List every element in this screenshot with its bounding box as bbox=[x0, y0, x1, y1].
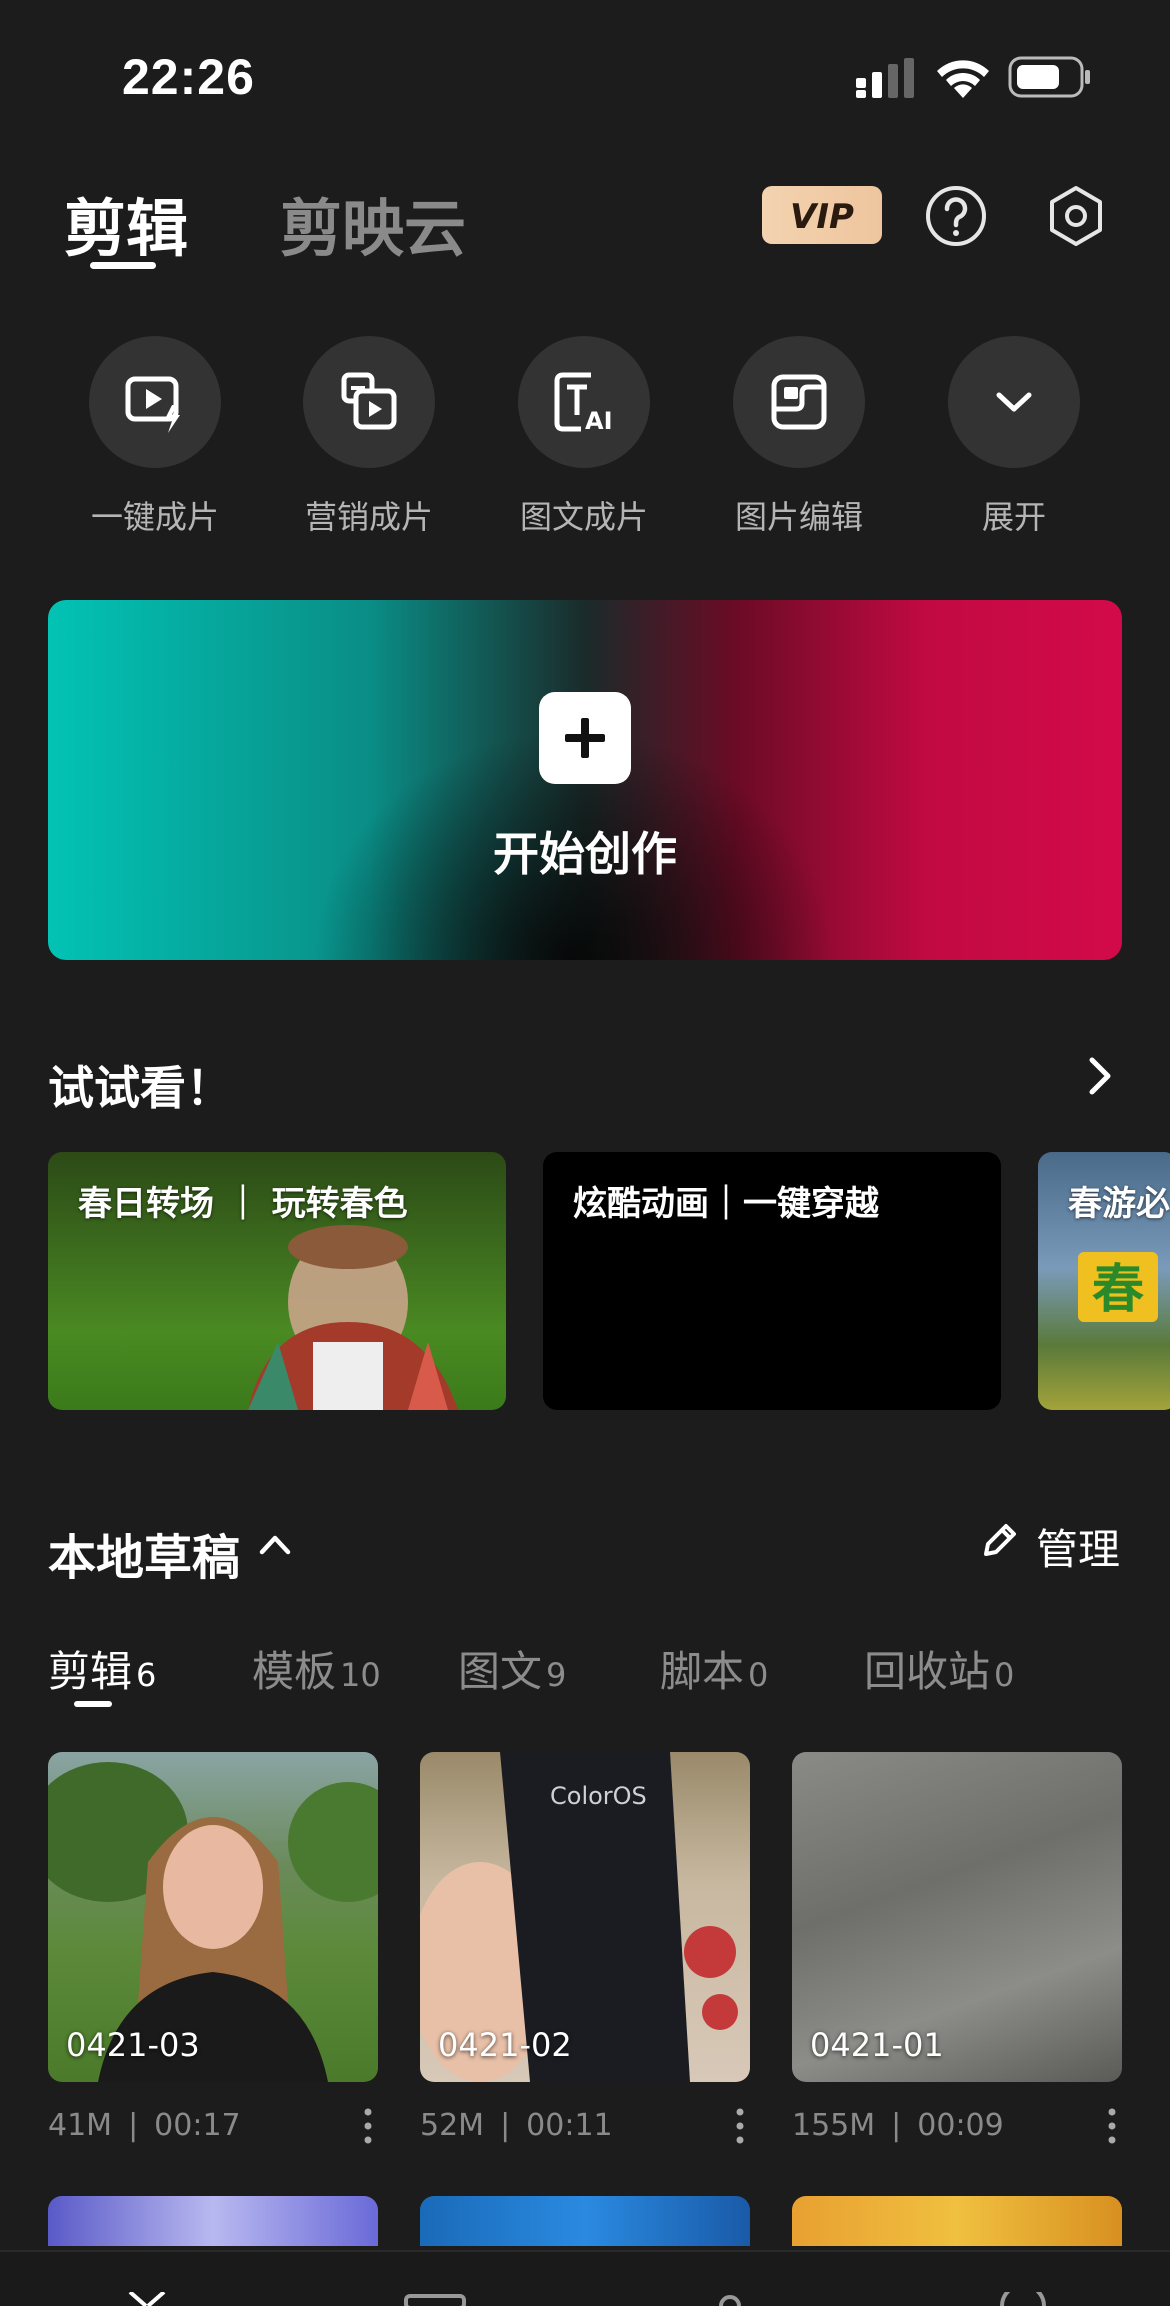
battery-icon bbox=[1008, 56, 1090, 98]
drafts-tab-label: 模板 bbox=[252, 1647, 337, 1696]
chevron-right-icon[interactable] bbox=[1084, 1054, 1116, 1098]
draft-name: 0421-03 bbox=[66, 2026, 200, 2064]
drafts-tab-image-text[interactable]: 图文 9 bbox=[458, 1638, 566, 1699]
draft-item[interactable] bbox=[420, 2196, 750, 2246]
draft-duration: 00:11 bbox=[526, 2108, 613, 2143]
drafts-tab-label: 图文 bbox=[458, 1647, 543, 1696]
video-magic-icon bbox=[125, 376, 180, 433]
more-options-icon[interactable] bbox=[362, 2106, 374, 2146]
drafts-tab-count: 0 bbox=[748, 1656, 769, 1694]
text-ai-icon: AI bbox=[554, 372, 613, 435]
plus-icon bbox=[539, 692, 631, 784]
vip-logo-icon: VIP bbox=[790, 197, 854, 237]
drafts-tab-label: 回收站 bbox=[864, 1647, 991, 1696]
draft-item[interactable]: 0421-01 bbox=[792, 1752, 1122, 2082]
template-card[interactable]: 春日转场 ｜ 玩转春色 bbox=[48, 1152, 506, 1410]
drafts-tab-count: 6 bbox=[136, 1656, 157, 1694]
chevron-up-icon[interactable] bbox=[258, 1532, 292, 1556]
drafts-tab-script[interactable]: 脚本 0 bbox=[660, 1638, 768, 1699]
tab-cloud[interactable]: 剪映云 bbox=[280, 178, 466, 268]
quick-action-text-to-video[interactable]: AI 图文成片 bbox=[509, 336, 659, 538]
draft-meta: 52M | 00:11 bbox=[420, 2108, 613, 2143]
vip-button[interactable]: VIP bbox=[762, 186, 882, 244]
draft-duration: 00:09 bbox=[917, 2108, 1004, 2143]
quick-action-one-click-video[interactable]: 一键成片 bbox=[80, 336, 230, 538]
drafts-tab-count: 10 bbox=[340, 1656, 381, 1694]
drafts-tab-count: 9 bbox=[546, 1656, 567, 1694]
more-options-icon[interactable] bbox=[734, 2106, 746, 2146]
start-creating-button[interactable]: 开始创作 bbox=[48, 600, 1122, 960]
help-icon[interactable] bbox=[924, 184, 988, 248]
template-card-title: 炫酷动画｜一键穿越 bbox=[573, 1184, 879, 1224]
quick-action-expand[interactable]: 展开 bbox=[939, 336, 1089, 538]
quick-action-label: 营销成片 bbox=[304, 498, 433, 536]
manage-button[interactable]: 管理 bbox=[1036, 1516, 1120, 1577]
template-card-title: 春日转场 ｜ 玩转春色 bbox=[78, 1184, 408, 1224]
svg-text:ColorOS: ColorOS bbox=[550, 1782, 647, 1810]
draft-item[interactable] bbox=[48, 2196, 378, 2246]
meta-divider: | bbox=[500, 2108, 511, 2143]
quick-action-label: 展开 bbox=[981, 498, 1046, 536]
image-edit-icon bbox=[771, 374, 827, 430]
nav-inspiration-icon[interactable] bbox=[712, 2294, 748, 2306]
more-options-icon[interactable] bbox=[1106, 2106, 1118, 2146]
start-creating-label: 开始创作 bbox=[493, 827, 677, 881]
quick-action-label: 图文成片 bbox=[519, 498, 648, 536]
draft-name: 0421-02 bbox=[438, 2026, 572, 2064]
svg-text:VIP: VIP bbox=[790, 197, 854, 237]
quick-action-label: 一键成片 bbox=[90, 498, 219, 536]
draft-meta: 41M | 00:17 bbox=[48, 2108, 241, 2143]
svg-text:AI: AI bbox=[585, 407, 613, 435]
quick-action-marketing-video[interactable]: 营销成片 bbox=[294, 336, 444, 538]
draft-item[interactable] bbox=[792, 2196, 1122, 2246]
meta-divider: | bbox=[128, 2108, 139, 2143]
chevron-down-icon bbox=[996, 392, 1032, 412]
marketing-video-icon bbox=[341, 372, 397, 430]
draft-size: 41M bbox=[48, 2108, 113, 2143]
draft-meta: 155M | 00:09 bbox=[792, 2108, 1004, 2143]
wifi-icon bbox=[937, 60, 989, 98]
drafts-tab-recycle-bin[interactable]: 回收站 0 bbox=[864, 1638, 1014, 1699]
bottom-navigation-bar bbox=[0, 2250, 1170, 2306]
local-drafts-title: 本地草稿 bbox=[48, 1530, 241, 1586]
draft-size: 155M bbox=[792, 2108, 876, 2143]
template-card[interactable]: 春 春游必 bbox=[1038, 1152, 1170, 1410]
drafts-tab-label: 脚本 bbox=[660, 1647, 745, 1696]
edit-pencil-icon[interactable] bbox=[980, 1522, 1018, 1560]
template-card[interactable]: 炫酷动画｜一键穿越 bbox=[543, 1152, 1001, 1410]
settings-icon[interactable] bbox=[1044, 184, 1108, 248]
draft-item[interactable]: 0421-03 bbox=[48, 1752, 378, 2082]
svg-text:春: 春 bbox=[1092, 1260, 1144, 1320]
template-card-title: 春游必 bbox=[1068, 1184, 1170, 1224]
quick-action-label: 图片编辑 bbox=[734, 498, 863, 536]
drafts-active-tab-indicator bbox=[74, 1701, 112, 1707]
draft-name: 0421-01 bbox=[810, 2026, 944, 2064]
draft-size: 52M bbox=[420, 2108, 485, 2143]
drafts-tab-edit[interactable]: 剪辑 6 bbox=[48, 1638, 156, 1699]
tab-edit[interactable]: 剪辑 bbox=[64, 178, 188, 268]
quick-action-image-edit[interactable]: 图片编辑 bbox=[724, 336, 874, 538]
try-section-title: 试试看！ bbox=[48, 1061, 232, 1115]
drafts-tab-count: 0 bbox=[994, 1656, 1015, 1694]
active-tab-indicator bbox=[90, 262, 156, 269]
drafts-tab-label: 剪辑 bbox=[48, 1647, 133, 1696]
drafts-tab-template[interactable]: 模板 10 bbox=[252, 1638, 381, 1699]
cellular-signal-icon bbox=[856, 58, 914, 98]
draft-item[interactable]: ColorOS 0421-02 bbox=[420, 1752, 750, 2082]
meta-divider: | bbox=[891, 2108, 902, 2143]
status-time: 22:26 bbox=[122, 49, 255, 105]
draft-duration: 00:17 bbox=[154, 2108, 241, 2143]
